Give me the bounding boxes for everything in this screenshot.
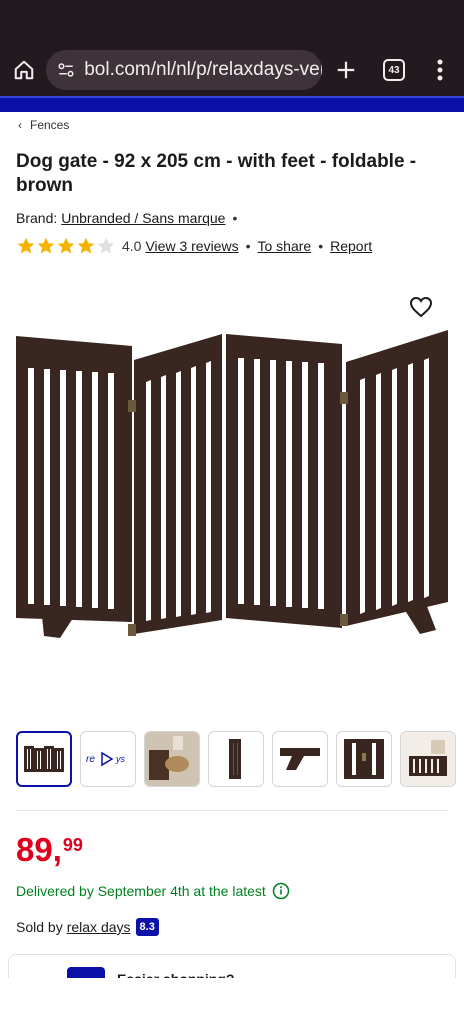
site-header-strip [0,96,464,112]
section-divider [16,810,448,811]
price: 89, 99 [16,832,83,868]
home-button[interactable] [10,56,38,84]
breadcrumb-link[interactable]: Fences [30,118,69,132]
thumbnail-gate-main[interactable] [16,731,72,787]
site-settings-icon[interactable] [56,59,76,81]
more-vert-icon [437,59,443,81]
thumbnail-foot-detail[interactable] [272,731,328,787]
thumbnail-side-view[interactable] [208,731,264,787]
brand-link[interactable]: Unbranded / Sans marque [61,210,225,226]
separator-dot: • [318,238,324,254]
reviews-link[interactable]: View 3 reviews [145,238,238,254]
new-tab-button[interactable] [332,56,360,84]
breadcrumb[interactable]: ‹ Fences [18,116,69,134]
star-filled-icon [77,237,95,254]
thumbnail-lifestyle-photo[interactable] [144,731,200,787]
address-bar[interactable]: bol.com/nl/nl/p/relaxdays-veilig [46,50,322,90]
browser-toolbar: bol.com/nl/nl/p/relaxdays-veilig 43 [0,44,464,96]
tab-switcher-button[interactable]: 43 [383,59,405,81]
share-link[interactable]: To share [258,238,312,254]
rating-row: 4.0 View 3 reviews • To share • Report [16,236,372,256]
star-filled-icon [57,237,75,254]
svg-text:ys: ys [115,754,126,764]
thumbnail-room-setup[interactable] [400,731,456,787]
separator-dot: • [232,210,238,226]
browser-menu-button[interactable] [428,56,452,84]
seller-label: Sold by [16,919,63,935]
seller-info: Sold by relax days 8.3 [16,918,159,936]
thumbnail-video-preview[interactable]: re ys [80,731,136,787]
svg-text:re: re [86,754,95,765]
thumbnail-hinge-detail[interactable] [336,731,392,787]
info-icon[interactable] [272,882,290,900]
product-title: Dog gate - 92 x 205 cm - with feet - fol… [16,151,417,196]
price-fraction: 99 [62,835,83,855]
product-image[interactable] [0,284,464,704]
wishlist-button[interactable] [406,292,436,322]
report-link[interactable]: Report [330,238,372,254]
delivery-info: Delivered by September 4th at the latest [16,882,290,900]
separator-dot: • [245,238,251,254]
price-whole: 89, [16,831,62,868]
delivery-text: Delivered by September 4th at the latest [16,883,266,899]
seller-link[interactable]: relax days [67,919,131,935]
star-empty-icon [97,237,115,254]
seller-score-badge: 8.3 [135,918,159,936]
thumbnail-strip: re ys [16,731,464,787]
star-filled-icon [17,237,35,254]
home-icon [14,60,34,80]
chevron-left-icon: ‹ [18,118,22,132]
url-text[interactable]: bol.com/nl/nl/p/relaxdays-veilig [84,59,322,81]
plus-icon [337,61,355,79]
brand-row: Brand: Unbranded / Sans marque • [16,210,244,226]
rating-value: 4.0 [122,238,142,254]
heart-icon [409,296,433,318]
brand-label: Brand: [16,210,58,226]
bottom-edge [0,978,464,1024]
star-rating[interactable] [16,236,116,256]
status-bar [0,0,464,44]
star-filled-icon [37,237,55,254]
